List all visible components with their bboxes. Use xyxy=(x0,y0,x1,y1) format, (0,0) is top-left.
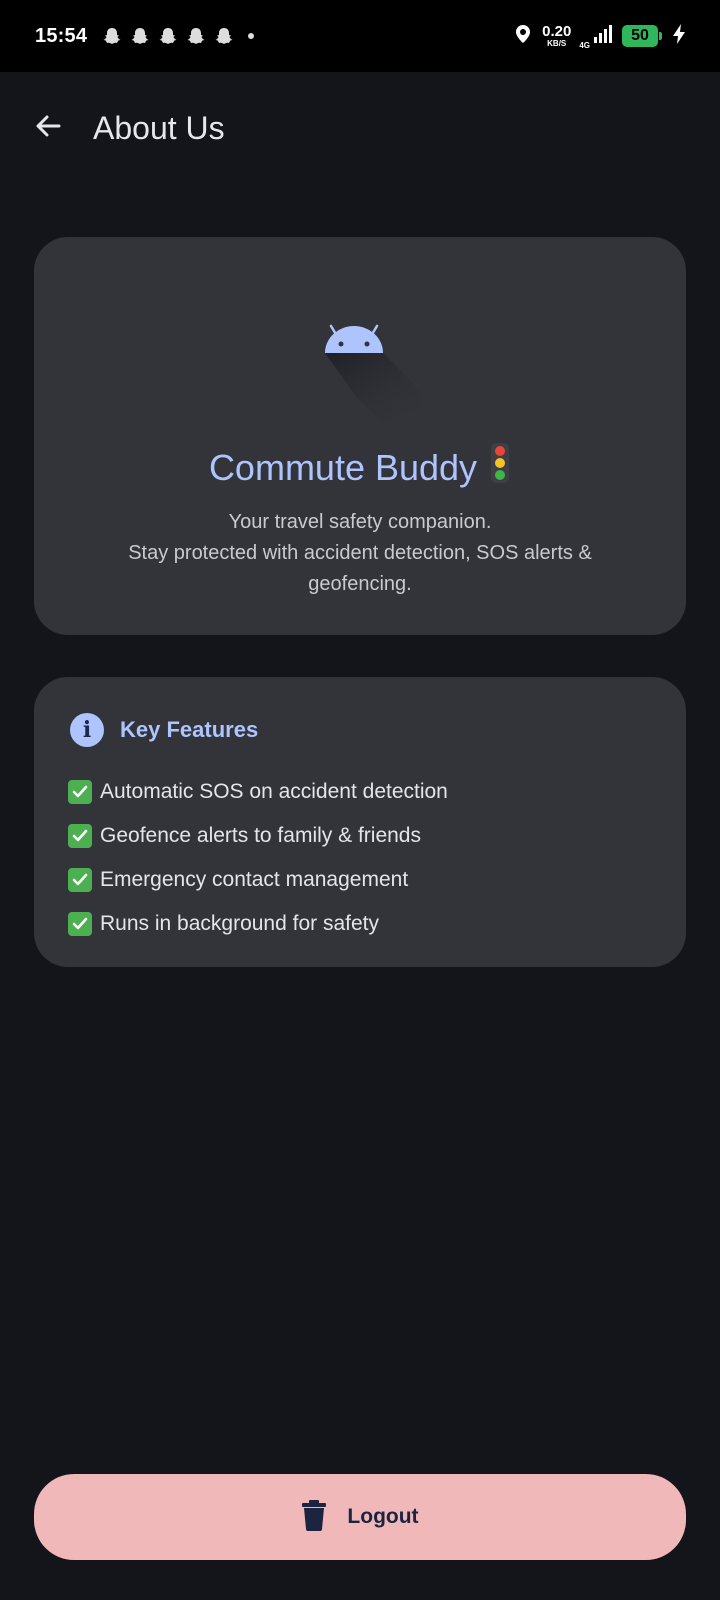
feature-text: Emergency contact management xyxy=(100,868,409,891)
features-header: i Key Features xyxy=(70,713,258,747)
app-bar: About Us xyxy=(0,72,720,184)
status-right: 0.20 KB/S 4G 50 xyxy=(512,23,686,50)
app-name: Commute Buddy xyxy=(208,446,478,488)
about-card: Commute Buddy Your travel safety compani… xyxy=(34,237,686,635)
logout-label: Logout xyxy=(347,1505,419,1528)
snapchat-icon xyxy=(130,26,150,46)
snapchat-icon xyxy=(214,26,234,46)
logout-button[interactable]: Logout xyxy=(34,1474,686,1560)
app-name-row: Commute Buddy xyxy=(34,442,686,493)
status-bar: 15:54 0.20 KB/S 4G 50 xyxy=(0,0,720,72)
features-list: Automatic SOS on accident detection Geof… xyxy=(68,770,448,946)
check-mark-icon xyxy=(68,868,92,892)
tagline: Your travel safety companion. Stay prote… xyxy=(74,507,646,600)
feature-item: Automatic SOS on accident detection xyxy=(68,770,448,814)
notification-icons xyxy=(102,26,255,46)
net-speed-unit: KB/S xyxy=(547,39,567,48)
info-icon: i xyxy=(70,713,104,747)
feature-text: Geofence alerts to family & friends xyxy=(100,824,421,847)
tagline-line-1: Your travel safety companion. xyxy=(228,511,492,533)
network-type: 4G xyxy=(579,40,590,50)
feature-item: Runs in background for safety xyxy=(68,902,448,946)
net-speed: 0.20 KB/S xyxy=(542,24,571,48)
location-icon xyxy=(512,23,534,50)
snapchat-icon xyxy=(186,26,206,46)
check-mark-icon xyxy=(68,780,92,804)
net-speed-value: 0.20 xyxy=(542,23,572,40)
check-mark-icon xyxy=(68,824,92,848)
page-title: About Us xyxy=(93,109,225,146)
check-mark-icon xyxy=(68,912,92,936)
feature-text: Runs in background for safety xyxy=(100,912,379,935)
signal-icon xyxy=(592,23,614,50)
app-logo xyxy=(34,323,686,423)
traffic-light-icon xyxy=(489,442,511,493)
battery-icon: 50 xyxy=(622,25,662,47)
arrow-back-icon xyxy=(33,111,63,146)
android-icon xyxy=(325,324,423,423)
snapchat-icon xyxy=(158,26,178,46)
status-time: 15:54 xyxy=(35,24,88,47)
feature-item: Emergency contact management xyxy=(68,858,448,902)
charging-icon xyxy=(672,23,686,50)
feature-item: Geofence alerts to family & friends xyxy=(68,814,448,858)
feature-text: Automatic SOS on accident detection xyxy=(100,780,448,803)
features-card: i Key Features Automatic SOS on accident… xyxy=(34,677,686,967)
features-title: Key Features xyxy=(120,717,259,742)
dot-icon xyxy=(248,33,255,39)
trash-icon xyxy=(301,1499,327,1536)
tagline-line-2: Stay protected with accident detection, … xyxy=(128,542,592,595)
snapchat-icon xyxy=(102,26,122,46)
back-button[interactable] xyxy=(23,103,73,153)
